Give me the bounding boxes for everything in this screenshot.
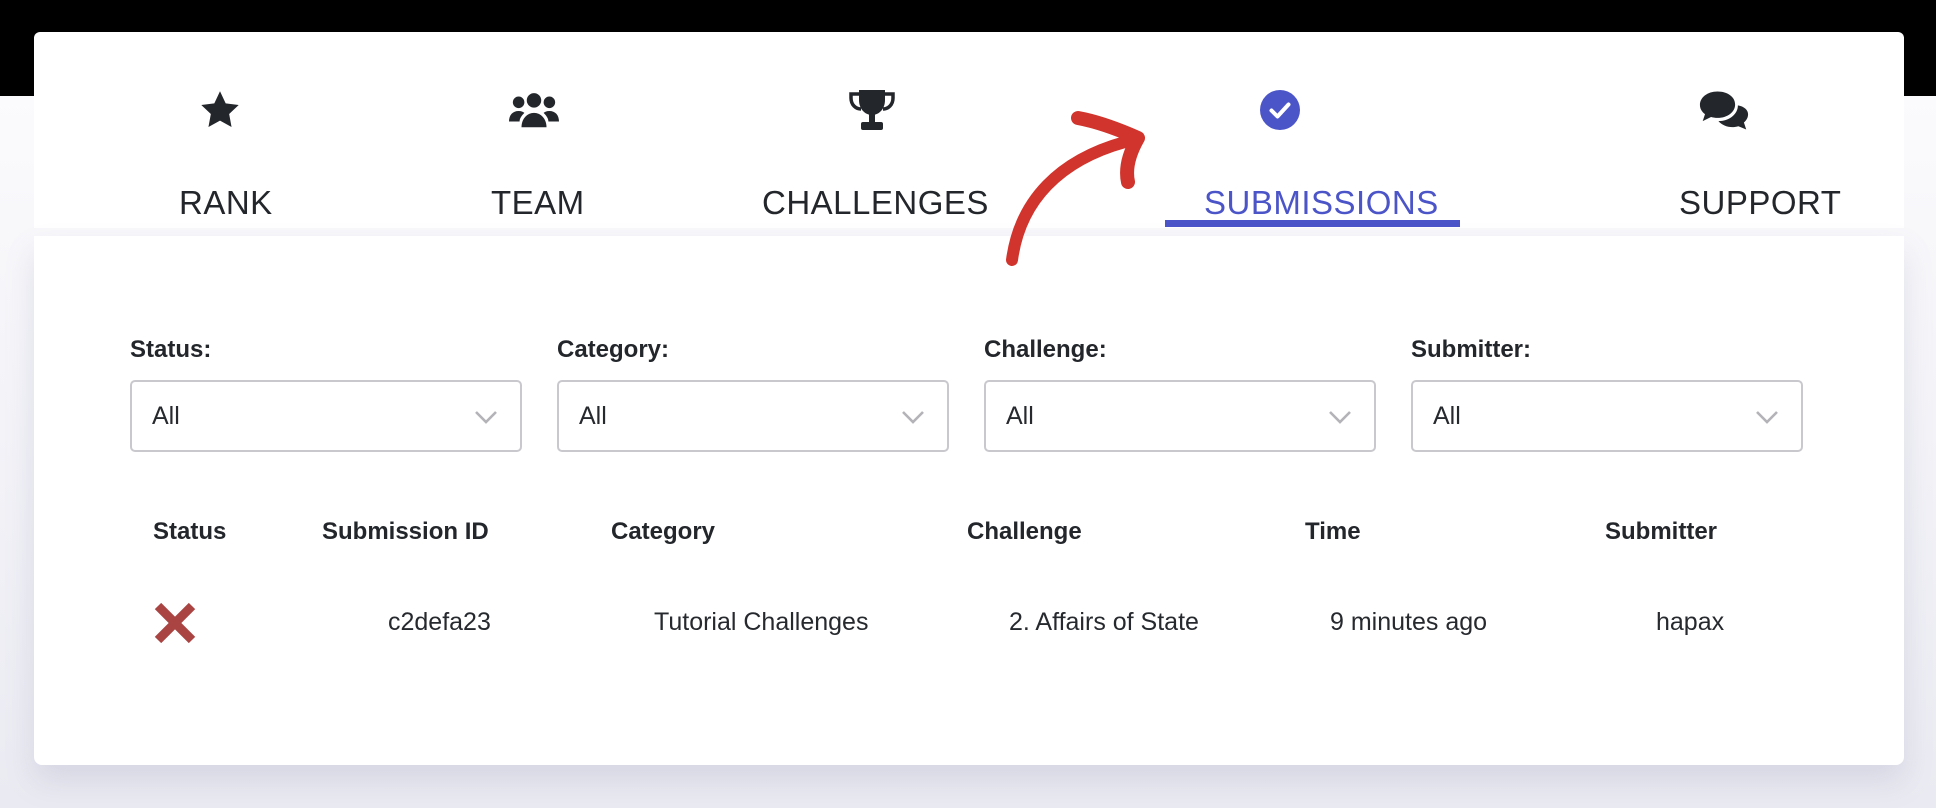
filter-challenge: Challenge: All — [984, 336, 1380, 452]
submissions-panel — [34, 236, 1904, 765]
filter-status: Status: All — [130, 336, 526, 452]
filter-status-label: Status: — [130, 336, 212, 363]
filter-submitter: Submitter: All — [1411, 336, 1807, 452]
chevron-down-icon — [1756, 411, 1778, 424]
nav-item-rank[interactable]: RANK — [150, 32, 290, 228]
category-cell: Tutorial Challenges — [654, 608, 869, 636]
submission-id-cell[interactable]: c2defa23 — [388, 608, 491, 637]
submitter-select-value: All — [1433, 402, 1461, 430]
filter-submitter-label: Submitter: — [1411, 336, 1531, 363]
users-icon — [509, 86, 559, 134]
chevron-down-icon — [1329, 411, 1351, 424]
star-icon — [195, 86, 245, 134]
challenge-select-value: All — [1006, 402, 1034, 430]
status-select-value: All — [152, 402, 180, 430]
filter-challenge-label: Challenge: — [984, 336, 1107, 363]
nav-item-submissions[interactable]: SUBMISSIONS — [1165, 32, 1438, 228]
submitter-cell[interactable]: hapax — [1656, 608, 1724, 637]
time-cell: 9 minutes ago — [1330, 608, 1488, 636]
x-mark-icon — [154, 602, 196, 644]
column-header-category[interactable]: Category — [611, 518, 715, 546]
status-select[interactable]: All — [130, 380, 522, 452]
comments-icon — [1699, 86, 1749, 134]
challenge-select[interactable]: All — [984, 380, 1376, 452]
nav-label-challenges: CHALLENGES — [762, 184, 989, 221]
column-header-time[interactable]: Time — [1305, 518, 1361, 546]
chevron-down-icon — [475, 411, 497, 424]
nav-label-submissions: SUBMISSIONS — [1204, 184, 1439, 221]
nav-label-team: TEAM — [491, 184, 585, 221]
check-circle-icon — [1255, 86, 1305, 134]
trophy-icon — [847, 86, 897, 134]
nav-label-rank: RANK — [179, 184, 273, 221]
chevron-down-icon — [902, 411, 924, 424]
filter-category-label: Category: — [557, 336, 670, 363]
column-header-status[interactable]: Status — [153, 518, 226, 546]
column-header-submission-id[interactable]: Submission ID — [322, 518, 489, 546]
nav-item-support[interactable]: SUPPORT — [1634, 32, 1841, 228]
nav-item-challenges[interactable]: CHALLENGES — [762, 32, 988, 228]
nav-label-support: SUPPORT — [1679, 184, 1842, 221]
category-select-value: All — [579, 402, 607, 430]
active-tab-indicator — [1165, 220, 1460, 227]
nav-item-team[interactable]: TEAM — [454, 32, 614, 228]
nav-card: RANK TEAM CHALLENGES SUBMISSIONS SUPPORT — [34, 32, 1904, 228]
category-select[interactable]: All — [557, 380, 949, 452]
challenge-cell[interactable]: 2. Affairs of State — [1009, 608, 1199, 637]
submitter-select[interactable]: All — [1411, 380, 1803, 452]
column-header-challenge[interactable]: Challenge — [967, 518, 1082, 546]
column-header-submitter[interactable]: Submitter — [1605, 518, 1717, 546]
filter-category: Category: All — [557, 336, 953, 452]
